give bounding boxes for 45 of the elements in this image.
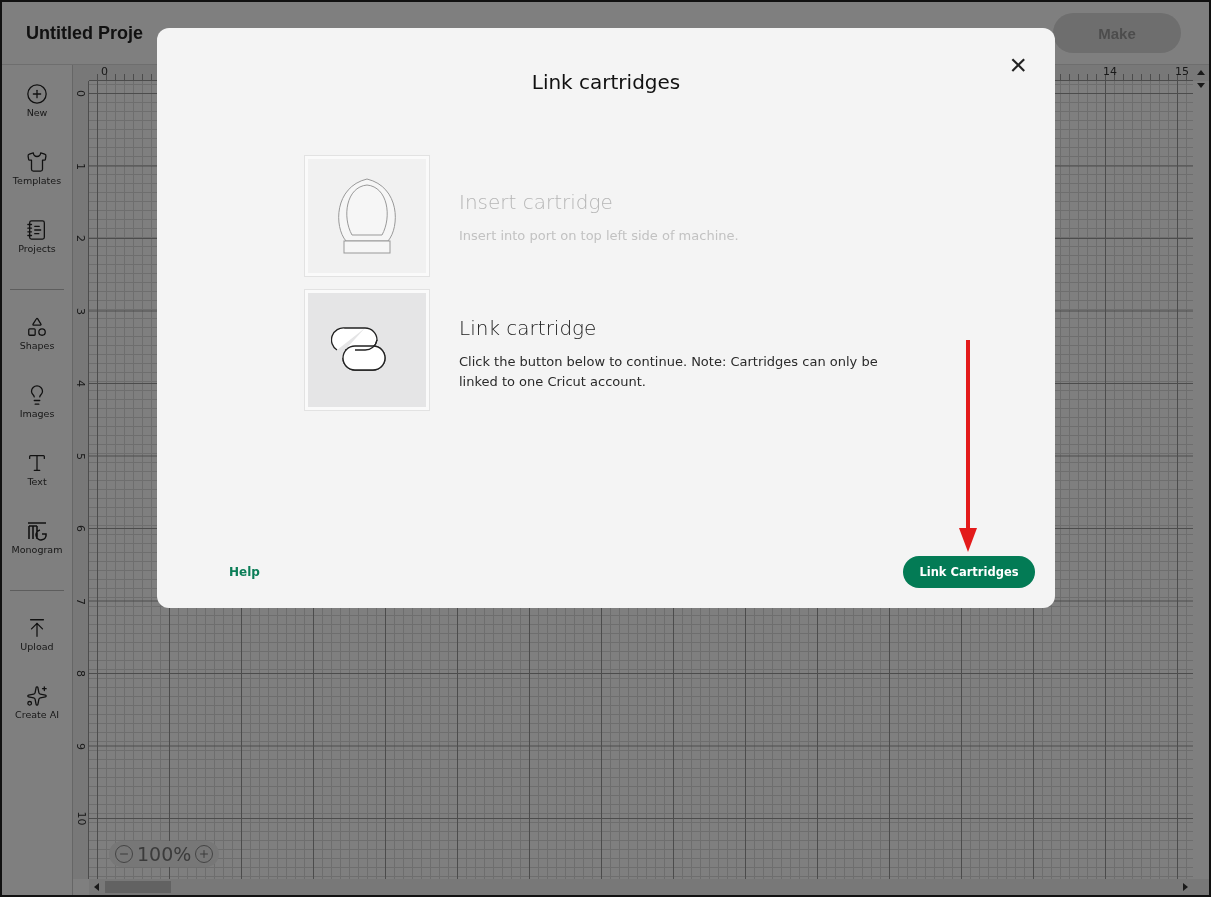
project-title: Untitled Proje [26, 22, 143, 44]
shirt-icon [26, 151, 48, 173]
zoom-level: 100% [137, 843, 192, 865]
ruler-number: 0 [74, 90, 87, 97]
scroll-left-icon[interactable] [93, 883, 101, 891]
ruler-number: 4 [74, 380, 87, 387]
link-cartridges-button[interactable]: Link Cartridges [903, 556, 1035, 588]
sidebar-item[interactable]: Create AI [2, 681, 72, 749]
letter-t-icon [26, 452, 48, 474]
monogram-icon [26, 520, 48, 542]
notebook-icon [26, 219, 48, 241]
scroll-up-icon[interactable] [1197, 69, 1205, 77]
close-button[interactable]: × [1005, 50, 1031, 80]
shapes-icon [26, 316, 48, 338]
option-title: Insert cartridge [459, 190, 614, 214]
sidebar-item[interactable]: Templates [2, 147, 72, 215]
sparkles-icon [26, 685, 48, 707]
ruler-number: 2 [74, 235, 87, 242]
ruler-number: 3 [74, 307, 87, 315]
help-link[interactable]: Help [229, 565, 260, 579]
ruler-number: 1 [74, 162, 87, 170]
plus-icon [198, 848, 211, 860]
ruler-number: 15 [1175, 65, 1189, 80]
scroll-right-icon[interactable] [1181, 883, 1189, 891]
ruler-number: 8 [74, 670, 87, 677]
ruler-number: 0 [101, 65, 108, 80]
ruler-number: 10 [74, 811, 87, 826]
sidebar-item[interactable]: Shapes [2, 312, 72, 380]
ruler-number: 7 [74, 597, 87, 605]
ruler-number: 14 [1103, 65, 1117, 80]
option-title: Link cartridge [459, 316, 598, 340]
scrollbar-corner [1193, 879, 1209, 895]
sidebar-item[interactable]: Projects [2, 215, 72, 283]
option-description: Click the button below to continue. Note: Cartridges can only be linked to one Cricut account. [459, 353, 879, 391]
sidebar-item[interactable]: Images [2, 380, 72, 448]
plus-circle-icon [26, 83, 48, 105]
sidebar-item[interactable]: Upload [2, 613, 72, 681]
ruler-number: 9 [74, 742, 87, 750]
ruler-number: 5 [74, 452, 87, 460]
sidebar-item[interactable]: Text [2, 448, 72, 516]
sidebar-item[interactable]: Monogram [2, 516, 72, 584]
dialog-title: Link cartridges [530, 70, 682, 94]
sidebar-item[interactable]: New [2, 79, 72, 147]
ruler-number: 6 [74, 525, 87, 532]
horizontal-scrollbar[interactable] [89, 879, 1193, 895]
